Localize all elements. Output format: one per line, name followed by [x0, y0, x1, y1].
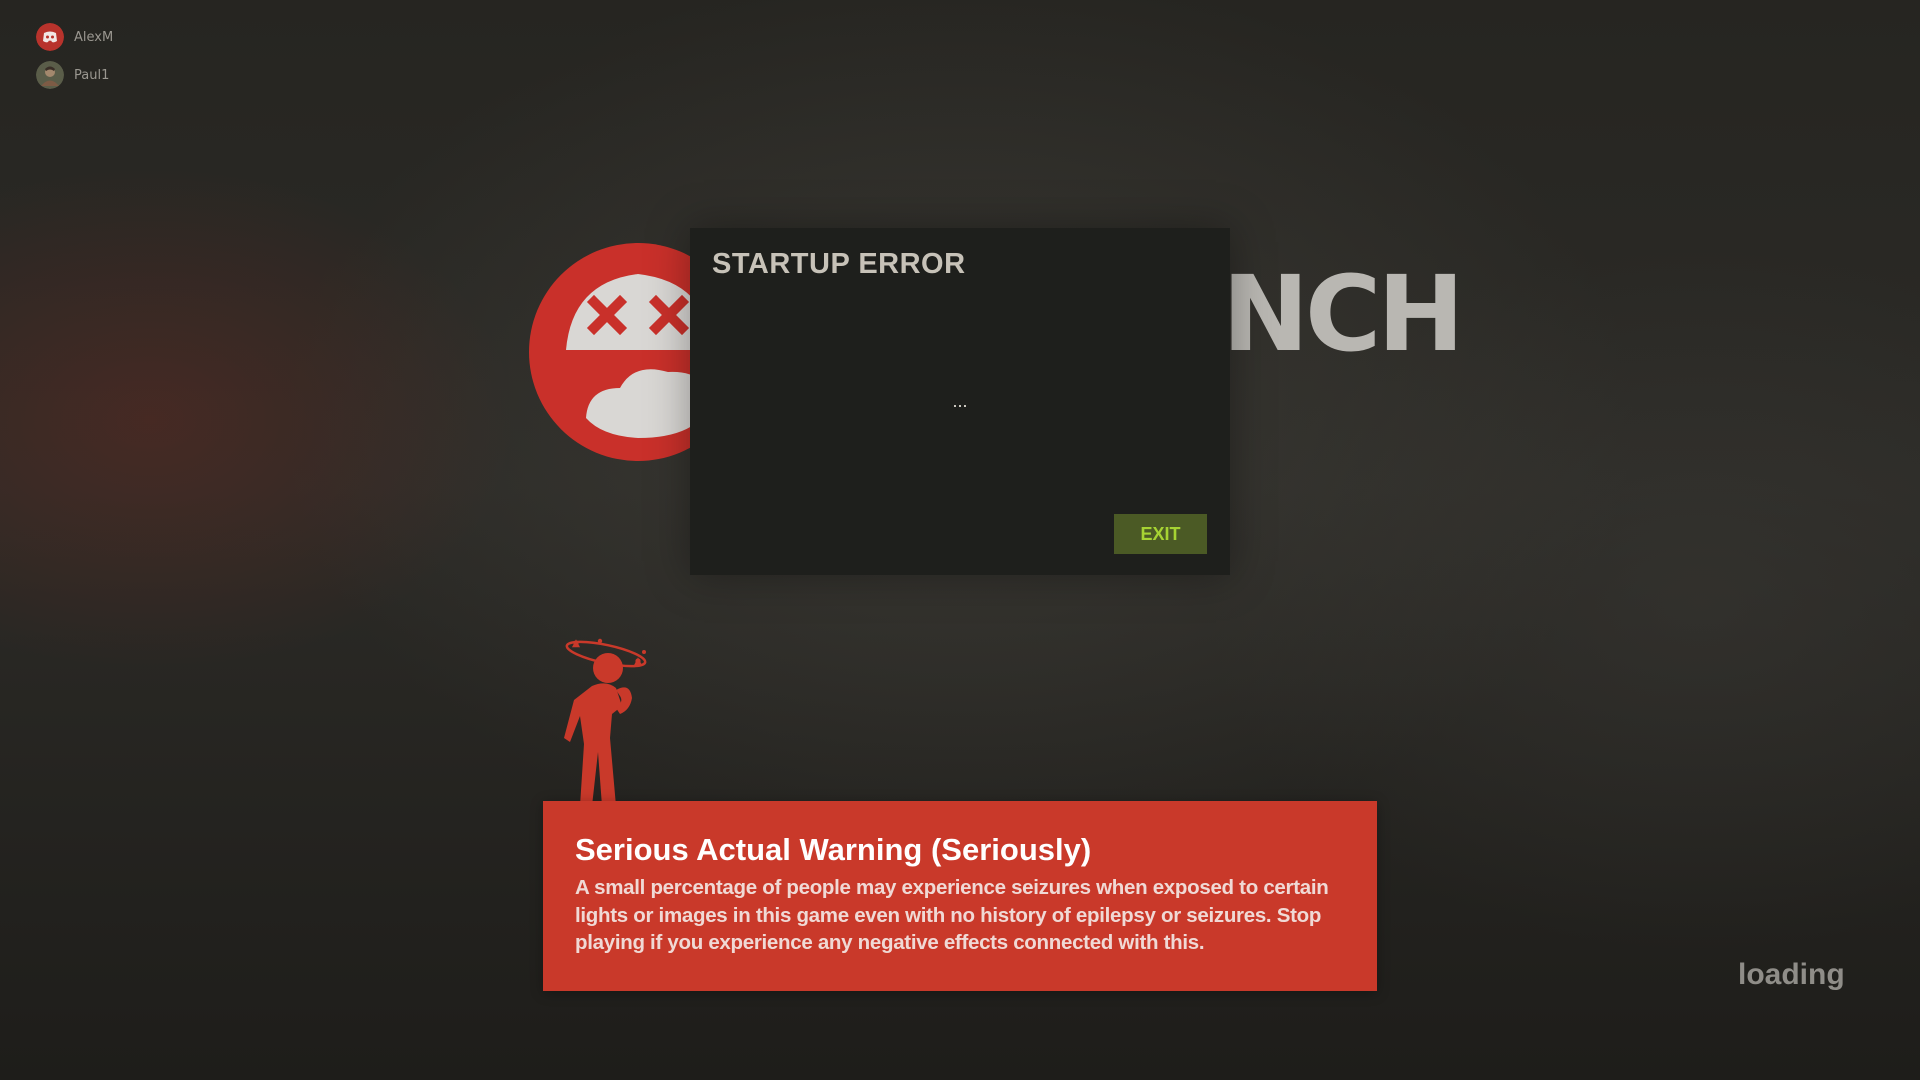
game-screen: AlexM Paul1 NCH STARTUP ERROR ... EXIT S… — [0, 0, 1920, 1080]
loading-status: loading — [1738, 958, 1845, 991]
friends-overlay: AlexM Paul1 — [36, 22, 113, 98]
dialog-title: STARTUP ERROR — [712, 248, 966, 280]
friend-name: Paul1 — [74, 67, 110, 83]
friend-item[interactable]: Paul1 — [36, 60, 113, 90]
user-avatar-icon — [36, 61, 64, 89]
dialog-message: ... — [952, 391, 968, 411]
discord-avatar-icon — [36, 23, 64, 51]
exit-button[interactable]: EXIT — [1114, 514, 1207, 554]
friend-name: AlexM — [74, 29, 114, 45]
seizure-warning-panel: Serious Actual Warning (Seriously) A sma… — [543, 801, 1377, 991]
friend-item[interactable]: AlexM — [36, 22, 113, 52]
warning-title: Serious Actual Warning (Seriously) — [575, 832, 1092, 867]
startup-error-dialog: STARTUP ERROR ... EXIT — [690, 228, 1230, 575]
warning-body: A small percentage of people may experie… — [575, 876, 1329, 954]
logo-wordmark: NCH — [1222, 253, 1464, 375]
dizzy-person-icon — [564, 638, 647, 806]
